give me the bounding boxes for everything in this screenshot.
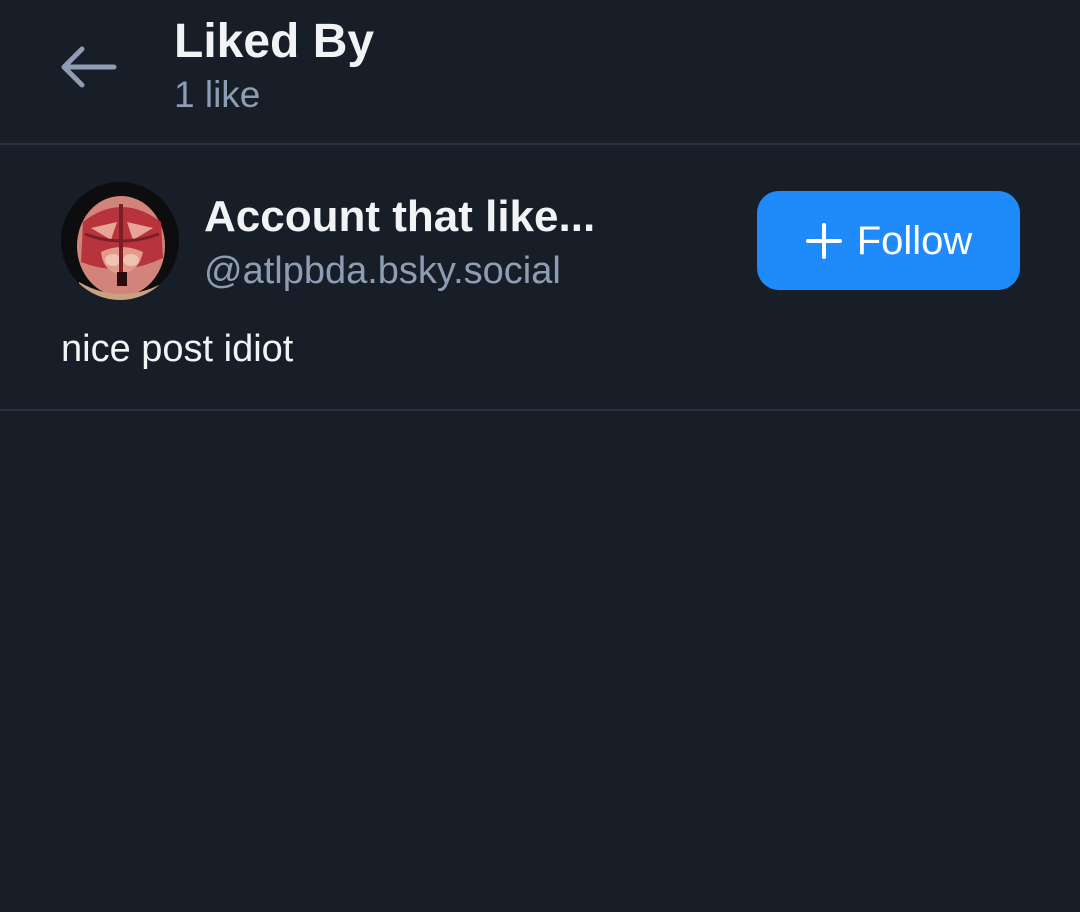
arrow-left-icon	[61, 46, 117, 88]
follow-label: Follow	[856, 218, 973, 263]
user-bio: nice post idiot	[61, 328, 294, 370]
list-item[interactable]: Account that like... @atlpbda.bsky.socia…	[0, 145, 1080, 411]
liked-by-screen: Liked By 1 like Account that like... @at…	[0, 0, 1080, 912]
avatar[interactable]	[61, 182, 179, 300]
follow-button[interactable]: Follow	[757, 191, 1020, 290]
display-name[interactable]: Account that like...	[204, 189, 624, 245]
page-title: Liked By	[174, 15, 375, 68]
back-button[interactable]	[52, 36, 124, 98]
like-count: 1 like	[174, 74, 261, 115]
user-handle: @atlpbda.bsky.social	[204, 250, 561, 292]
header: Liked By 1 like	[0, 0, 1080, 145]
plus-icon	[805, 222, 842, 259]
avatar-image	[61, 182, 179, 300]
